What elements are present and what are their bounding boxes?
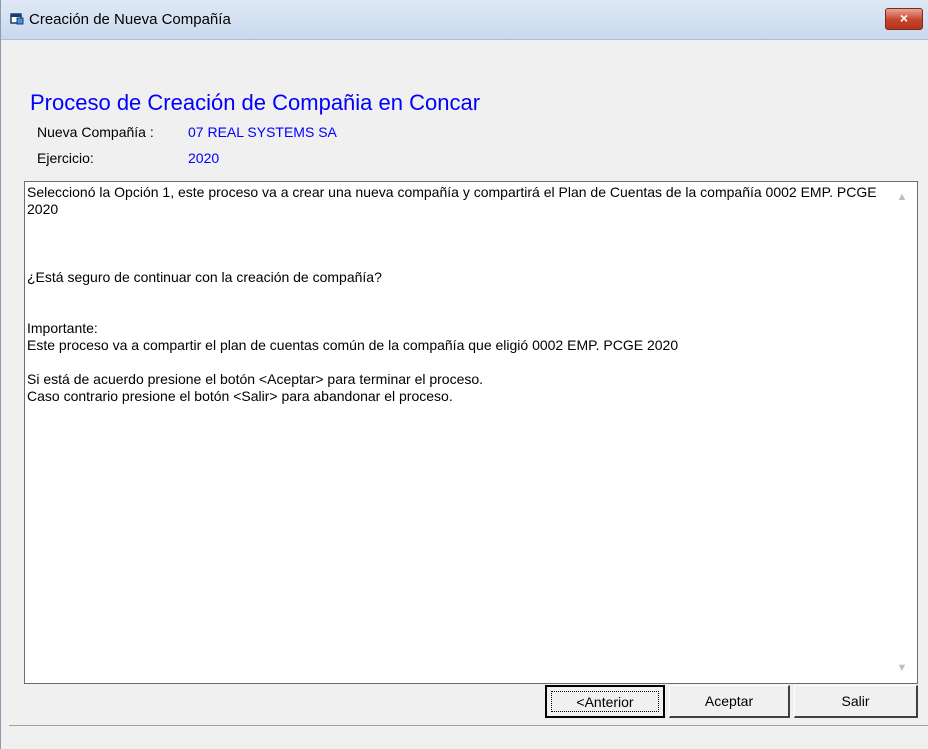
close-icon: × <box>899 10 909 26</box>
title-bar[interactable]: Creación de Nueva Compañía × <box>1 0 928 40</box>
window-title: Creación de Nueva Compañía <box>29 11 231 28</box>
company-value: 07 REAL SYSTEMS SA <box>188 124 337 140</box>
year-value: 2020 <box>188 150 220 166</box>
wizard-window: Creación de Nueva Compañía × Proceso de … <box>0 0 928 749</box>
exit-button[interactable]: Salir <box>794 685 918 718</box>
message-text: Seleccionó la Opción 1, este proceso va … <box>27 184 877 404</box>
previous-button[interactable]: <Anterior <box>545 685 665 718</box>
app-icon <box>10 13 24 25</box>
accept-button-label: Aceptar <box>704 693 754 709</box>
company-label: Nueva Compañía : <box>37 124 154 140</box>
scroll-down-icon[interactable]: ▼ <box>895 661 909 675</box>
exit-button-label: Salir <box>841 693 870 709</box>
page-title: Proceso de Creación de Compañia en Conca… <box>30 90 481 115</box>
year-label: Ejercicio: <box>37 150 94 166</box>
message-textarea[interactable]: Seleccionó la Opción 1, este proceso va … <box>24 181 918 684</box>
accept-button[interactable]: Aceptar <box>669 685 790 718</box>
close-button[interactable]: × <box>885 8 923 30</box>
status-bar <box>9 725 928 749</box>
focus-rectangle <box>551 691 659 712</box>
scroll-up-icon[interactable]: ▲ <box>895 190 909 204</box>
